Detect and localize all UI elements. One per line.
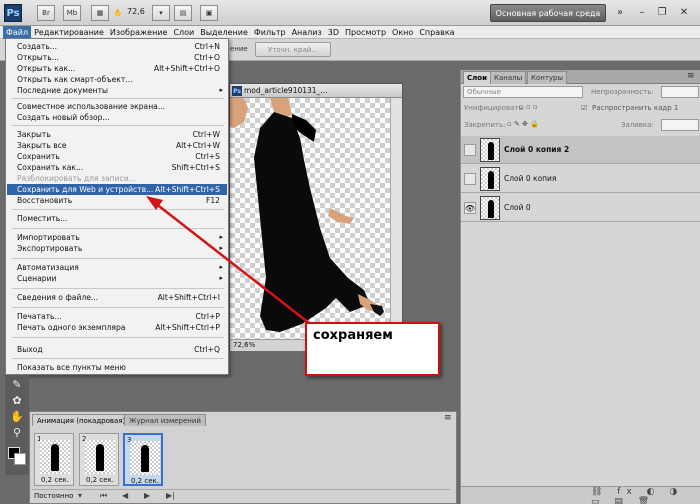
red-arrow-annotation bbox=[146, 196, 319, 331]
callout-box: сохраняем bbox=[305, 322, 440, 376]
callout-text: сохраняем bbox=[313, 328, 393, 343]
